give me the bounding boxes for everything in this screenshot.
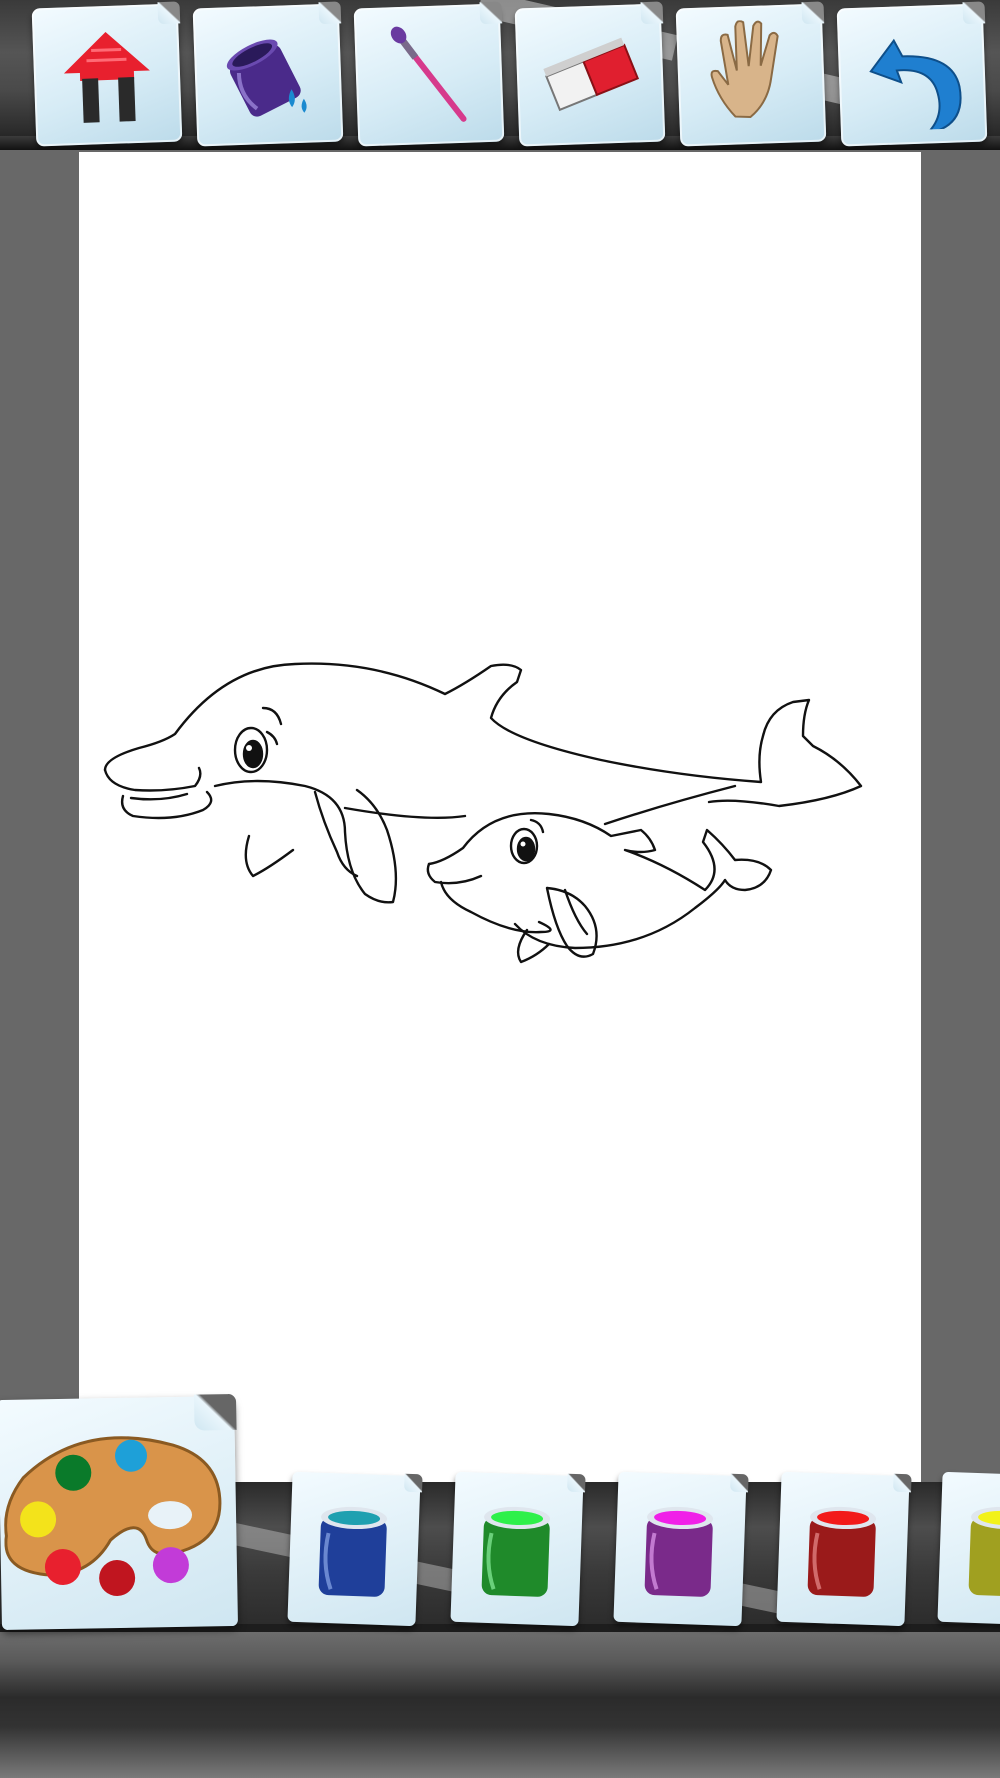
- drawing-canvas[interactable]: [79, 152, 921, 1482]
- paint-red-button[interactable]: [776, 1471, 910, 1627]
- paint-bucket-icon: [226, 39, 307, 117]
- bottom-frame: [0, 1632, 1000, 1778]
- dolphins-line-art: [103, 662, 863, 964]
- palette-button[interactable]: [0, 1395, 238, 1631]
- brush-icon: [390, 26, 467, 122]
- paint-can-green-icon: [481, 1506, 551, 1597]
- paint-purple-button[interactable]: [613, 1471, 747, 1627]
- pan-hand-button[interactable]: [675, 3, 827, 147]
- brush-button[interactable]: [353, 3, 505, 147]
- top-toolbar: [0, 0, 1000, 150]
- palette-icon: [4, 1436, 222, 1597]
- paint-yellow-button[interactable]: [937, 1471, 1000, 1627]
- paint-can-yellow-icon: [968, 1506, 1000, 1597]
- paint-can-purple-icon: [644, 1506, 714, 1597]
- home-icon: [63, 32, 150, 123]
- fill-bucket-button[interactable]: [192, 3, 344, 147]
- undo-arrow-icon: [869, 38, 962, 132]
- eraser-button[interactable]: [514, 3, 666, 147]
- paint-can-red-icon: [807, 1506, 877, 1597]
- eraser-icon: [543, 37, 640, 112]
- home-button[interactable]: [31, 3, 183, 147]
- paint-can-blue-icon: [318, 1506, 388, 1597]
- paint-blue-button[interactable]: [287, 1471, 421, 1627]
- undo-button[interactable]: [836, 3, 988, 147]
- paint-green-button[interactable]: [450, 1471, 584, 1627]
- hand-icon: [710, 20, 779, 119]
